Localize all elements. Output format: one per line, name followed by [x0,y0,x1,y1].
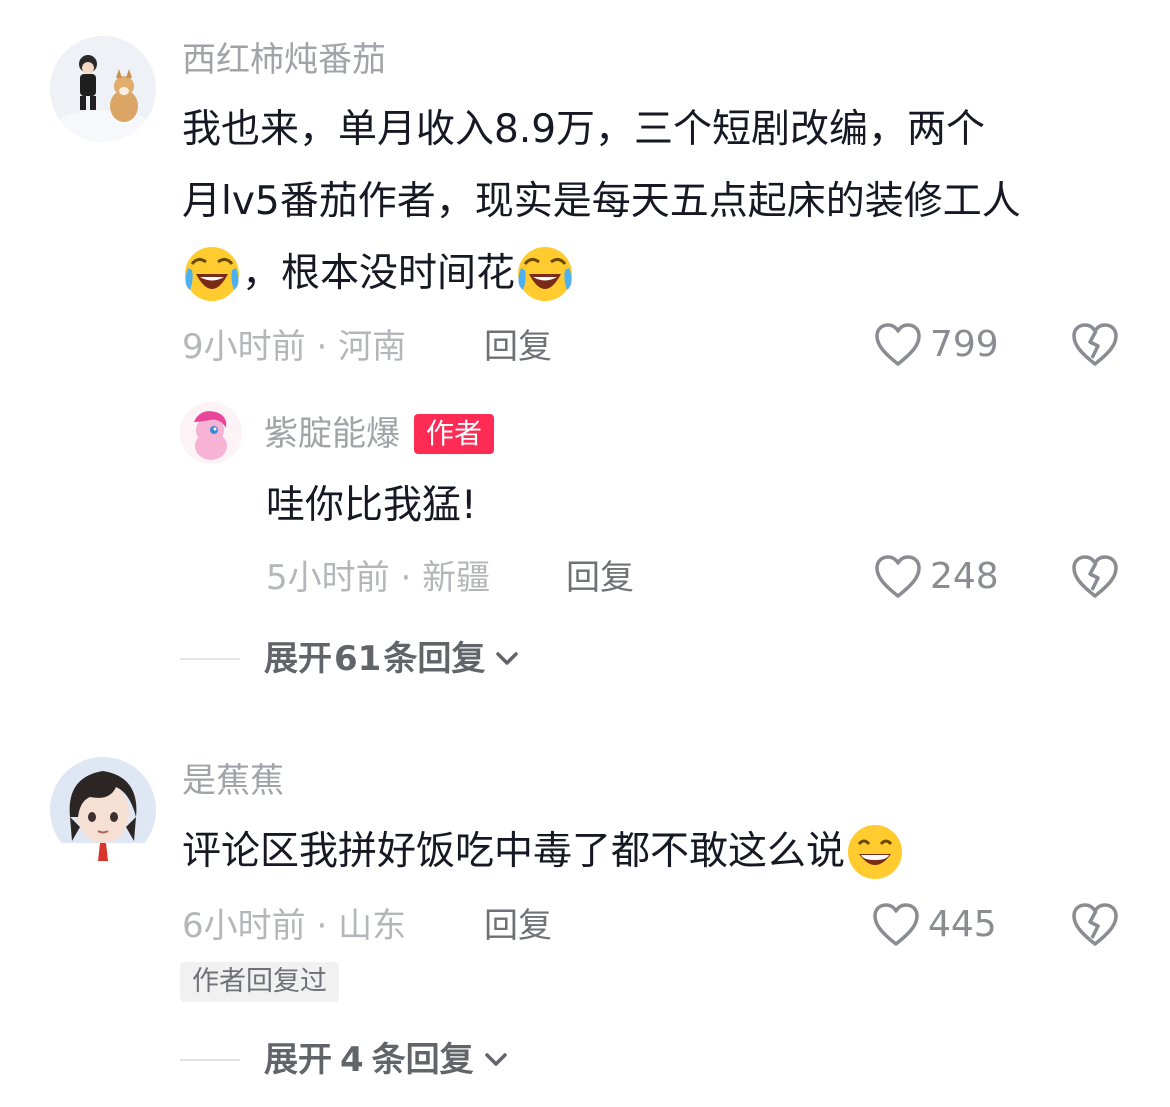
expand-suffix: 条回复 [383,639,486,679]
meta-separator: · [389,558,423,598]
comment-text: 我也来，单月收入8.9万，三个短剧改编，两个 月lv5番茄作者，现实是每天五点起… [182,94,1142,310]
expand-prefix: 展开 [264,639,332,679]
reply-button[interactable]: 回复 [566,558,634,598]
comment-text-fragment: 评论区我拼好饭吃中毒了都不敢这么说 [182,829,846,874]
expand-divider [180,658,240,660]
laughing-crying-emoji [182,244,242,304]
like-count: 799 [930,324,999,365]
expand-replies-button[interactable]: 展开 4 条回复 [264,1040,508,1080]
broken-heart-icon [1071,554,1119,600]
heart-icon [874,322,922,368]
author-replied-tag: 作者回复过 [180,962,339,1002]
comment-username[interactable]: 西红柿炖番茄 [182,40,386,80]
reply-username[interactable]: 紫腚能爆 [264,414,400,454]
comment-location: 河南 [338,327,407,367]
broken-heart-icon [1071,902,1119,948]
like-button[interactable]: 799 [874,322,999,368]
heart-icon [874,554,922,600]
comment-text-line: 我也来，单月收入8.9万，三个短剧改编，两个 [182,107,986,152]
comment-time: 9小时前 [182,327,306,367]
comment-username[interactable]: 是蕉蕉 [182,761,284,801]
like-button[interactable]: 445 [872,902,997,948]
comment-meta: 6小时前 · 山东 [182,906,406,946]
like-button[interactable]: 248 [874,554,999,600]
reply-button[interactable]: 回复 [484,327,552,367]
heart-icon [872,902,920,948]
like-count: 445 [928,904,997,945]
chevron-down-icon [484,1052,508,1068]
comment-meta: 9小时前 · 河南 [182,327,406,367]
expand-count: 4 [340,1040,364,1080]
expand-count: 61 [334,639,382,679]
expand-suffix: 条回复 [371,1040,474,1080]
meta-separator: · [305,327,339,367]
expand-prefix: 展开 [264,1040,332,1080]
comment-location: 山东 [338,906,407,946]
chevron-down-icon [495,651,519,667]
comment-text-fragment: ，根本没时间花 [242,251,516,296]
reply-meta: 5小时前 · 新疆 [266,558,490,598]
avatar[interactable] [50,757,156,863]
reply-header: 紫腚能爆 作者 [264,414,495,454]
comment-text-line: ，根本没时间花 [182,238,1142,310]
reply-button[interactable]: 回复 [484,906,552,946]
expand-divider [180,1059,240,1061]
reply-location: 新疆 [422,558,491,598]
broken-heart-icon [1071,322,1119,368]
comment-text-line: 月lv5番茄作者，现实是每天五点起床的装修工人 [182,179,1021,224]
dislike-button[interactable] [1071,322,1119,368]
comment-text: 评论区我拼好饭吃中毒了都不敢这么说 [182,816,905,888]
avatar[interactable] [180,402,242,464]
like-count: 248 [930,556,999,597]
dislike-button[interactable] [1071,902,1119,948]
dislike-button[interactable] [1071,554,1119,600]
expand-replies-button[interactable]: 展开 61 条回复 [264,639,519,679]
meta-separator: · [305,906,339,946]
comment-time: 6小时前 [182,906,306,946]
laughing-crying-emoji [515,244,575,304]
grinning-emoji [845,822,905,882]
reply-text: 哇你比我猛! [266,483,477,528]
author-badge: 作者 [414,414,495,454]
avatar[interactable] [50,36,156,142]
reply-time: 5小时前 [266,558,390,598]
